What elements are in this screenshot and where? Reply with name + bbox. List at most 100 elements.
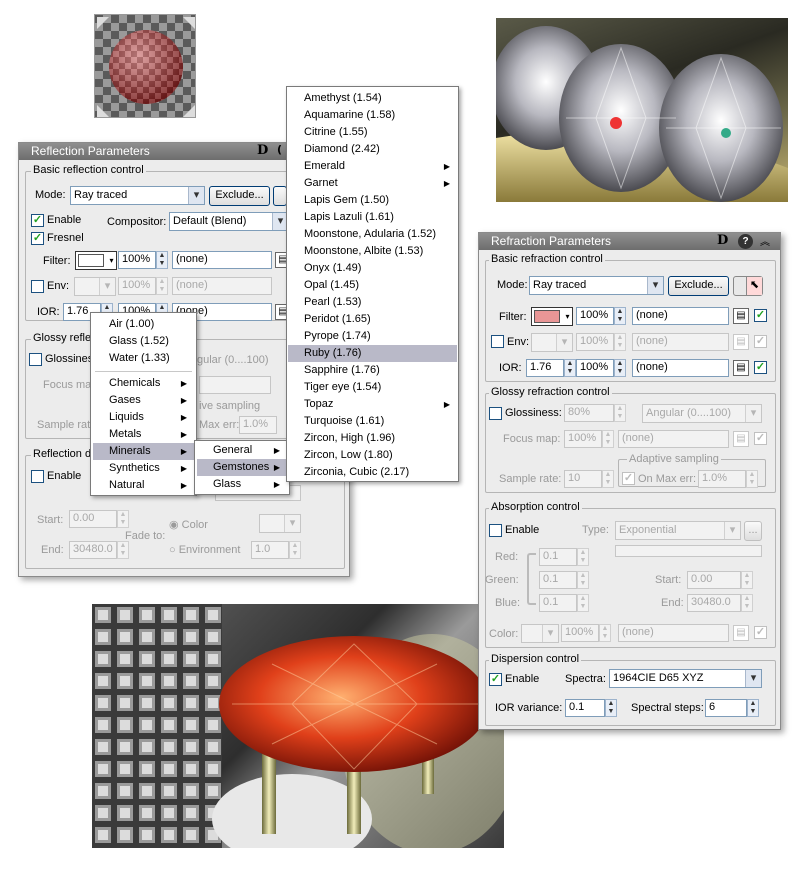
pick-cursor-button[interactable]: ⬉ xyxy=(733,276,763,296)
absorption-enable-checkbox[interactable] xyxy=(489,524,502,537)
glossiness-checkbox[interactable] xyxy=(489,407,502,420)
ior-input[interactable]: 1.76 xyxy=(526,359,564,377)
ior-percent[interactable]: 100% xyxy=(576,359,614,377)
glossiness-label: Glossiness: xyxy=(505,407,562,419)
menu-item-garnet[interactable]: Garnet ▶ xyxy=(288,175,457,192)
dispersion-enable-checkbox[interactable]: ✓ xyxy=(489,673,502,686)
fresnel-label: Fresnel xyxy=(47,232,84,244)
menu-item-glass[interactable]: Glass (1.52) xyxy=(93,333,194,350)
menu-item-gem[interactable]: Zircon, High (1.96) xyxy=(288,430,457,447)
submenu-arrow-icon: ▶ xyxy=(180,481,187,490)
menu-item-gem[interactable]: Moonstone, Adularia (1.52) xyxy=(288,226,457,243)
refraction-rollout-title[interactable]: Refraction Parameters D ? ︽ xyxy=(479,233,780,250)
rgb-lock-bracket[interactable] xyxy=(527,553,536,605)
rollout-d-icon[interactable]: D xyxy=(717,233,728,248)
filter-spinner[interactable]: ▲ ▼ xyxy=(614,307,626,325)
red-spinner: ▲ ▼ xyxy=(577,548,589,566)
menu-item-gases[interactable]: Gases ▶ xyxy=(93,392,194,409)
ior-map[interactable]: (none) xyxy=(632,359,729,377)
submenu-arrow-icon: ▶ xyxy=(273,446,280,455)
ruby-ring-render xyxy=(92,604,504,848)
enable-checkbox[interactable]: ✓ xyxy=(31,214,44,227)
fresnel-checkbox[interactable]: ✓ xyxy=(31,232,44,245)
filter-color-swatch[interactable]: ▾ xyxy=(531,307,573,326)
spectra-label: Spectra: xyxy=(565,673,606,685)
menu-item-general[interactable]: General ▶ xyxy=(197,442,287,459)
menu-item-gem[interactable]: Amethyst (1.54) xyxy=(288,90,457,107)
menu-item-gem[interactable]: Opal (1.45) xyxy=(288,277,457,294)
general-label: General xyxy=(213,444,253,456)
exclude-button[interactable]: Exclude... xyxy=(209,186,270,206)
filter-spinner[interactable]: ▲ ▼ xyxy=(156,251,168,269)
filter-percent[interactable]: 100% xyxy=(118,251,156,269)
menu-item-gem[interactable]: Peridot (1.65) xyxy=(288,311,457,328)
compositor-dropdown[interactable]: Default (Blend) xyxy=(169,212,289,231)
spectra-dropdown[interactable]: 1964CIE D65 XYZ xyxy=(609,669,762,688)
ior-spinner[interactable]: ▲▼ xyxy=(564,359,576,377)
menu-item-topaz[interactable]: Topaz ▶ xyxy=(288,396,457,413)
dispersion-enable-label: Enable xyxy=(505,673,540,685)
ior-variance-spinner[interactable]: ▲ ▼ xyxy=(605,699,617,717)
glossiness-checkbox[interactable] xyxy=(29,353,42,366)
menu-item-metals[interactable]: Metals ▶ xyxy=(93,426,194,443)
env-checkbox[interactable] xyxy=(491,335,504,348)
end-input: 30480.0 xyxy=(687,594,741,612)
dim-enable-label: Enable xyxy=(47,470,82,482)
filter-map-icon[interactable]: ▤ xyxy=(733,308,749,324)
mode-dropdown[interactable]: Ray traced xyxy=(70,186,205,205)
help-icon[interactable]: ? xyxy=(738,234,753,249)
menu-item-gem[interactable]: Moonstone, Albite (1.53) xyxy=(288,243,457,260)
menu-item-gemstones[interactable]: Gemstones ▶ xyxy=(197,459,287,476)
focus-map-checkbox: ✓ xyxy=(754,432,767,445)
menu-item-gem[interactable]: Turquoise (1.61) xyxy=(288,413,457,430)
menu-item-emerald[interactable]: Emerald ▶ xyxy=(288,158,457,175)
rollout-d-icon[interactable]: D xyxy=(257,143,268,158)
menu-item-liquids[interactable]: Liquids ▶ xyxy=(93,409,194,426)
ior-pct-spinner[interactable]: ▲▼ xyxy=(614,359,626,377)
filter-percent[interactable]: 100% xyxy=(576,307,614,325)
menu-item-natural[interactable]: Natural ▶ xyxy=(93,477,194,494)
exclude-button[interactable]: Exclude... xyxy=(668,276,729,296)
env-checkbox[interactable] xyxy=(31,280,44,293)
ior-map-icon[interactable]: ▤ xyxy=(733,360,749,376)
menu-item-minerals[interactable]: Minerals ▶ xyxy=(93,443,194,460)
menu-item-glass-sub[interactable]: Glass ▶ xyxy=(197,476,287,493)
dim-enable-checkbox[interactable] xyxy=(31,470,44,483)
menu-item-gem[interactable]: Onyx (1.49) xyxy=(288,260,457,277)
liquids-label: Liquids xyxy=(109,411,144,423)
mode-dropdown[interactable]: Ray traced xyxy=(529,276,664,295)
menu-item-gem[interactable]: Lapis Gem (1.50) xyxy=(288,192,457,209)
menu-item-gem[interactable]: Zirconia, Cubic (2.17) xyxy=(288,464,457,481)
menu-item-gem[interactable]: Aquamarine (1.58) xyxy=(288,107,457,124)
filter-map[interactable]: (none) xyxy=(172,251,272,269)
menu-item-gem[interactable]: Citrine (1.55) xyxy=(288,124,457,141)
menu-item-gem[interactable]: Sapphire (1.76) xyxy=(288,362,457,379)
menu-item-ruby[interactable]: Ruby (1.76) xyxy=(288,345,457,362)
swatch-arrow-icon: ▾ xyxy=(109,256,114,265)
menu-item-gem[interactable]: Pearl (1.53) xyxy=(288,294,457,311)
menu-item-air[interactable]: Air (1.00) xyxy=(93,316,194,333)
submenu-arrow-icon: ▶ xyxy=(443,162,450,171)
color-map: (none) xyxy=(618,624,729,642)
menu-item-gem[interactable]: Zircon, Low (1.80) xyxy=(288,447,457,464)
filter-map[interactable]: (none) xyxy=(632,307,729,325)
submenu-arrow-icon: ▶ xyxy=(180,379,187,388)
pick-button[interactable] xyxy=(273,186,287,206)
menu-item-gem[interactable]: Lapis Lazuli (1.61) xyxy=(288,209,457,226)
collapse-icon[interactable]: ︽ xyxy=(760,233,770,248)
ior-variance-input[interactable]: 0.1 xyxy=(565,699,605,717)
env-map: (none) xyxy=(632,333,729,351)
spectral-steps-spinner[interactable]: ▲ ▼ xyxy=(747,699,759,717)
menu-item-gem[interactable]: Diamond (2.42) xyxy=(288,141,457,158)
spectral-steps-input[interactable]: 6 xyxy=(705,699,747,717)
menu-item-synthetics[interactable]: Synthetics ▶ xyxy=(93,460,194,477)
menu-item-gem[interactable]: Tiger eye (1.54) xyxy=(288,379,457,396)
filter-color-swatch[interactable]: ▾ xyxy=(75,251,117,270)
help-icon[interactable]: ( xyxy=(277,143,282,156)
menu-item-gem[interactable]: Pyrope (1.74) xyxy=(288,328,457,345)
menu-item-chemicals[interactable]: Chemicals ▶ xyxy=(93,375,194,392)
filter-map-checkbox[interactable]: ✓ xyxy=(754,309,767,322)
filter-color xyxy=(534,310,560,323)
ior-map-checkbox[interactable]: ✓ xyxy=(754,361,767,374)
menu-item-water[interactable]: Water (1.33) xyxy=(93,350,194,367)
